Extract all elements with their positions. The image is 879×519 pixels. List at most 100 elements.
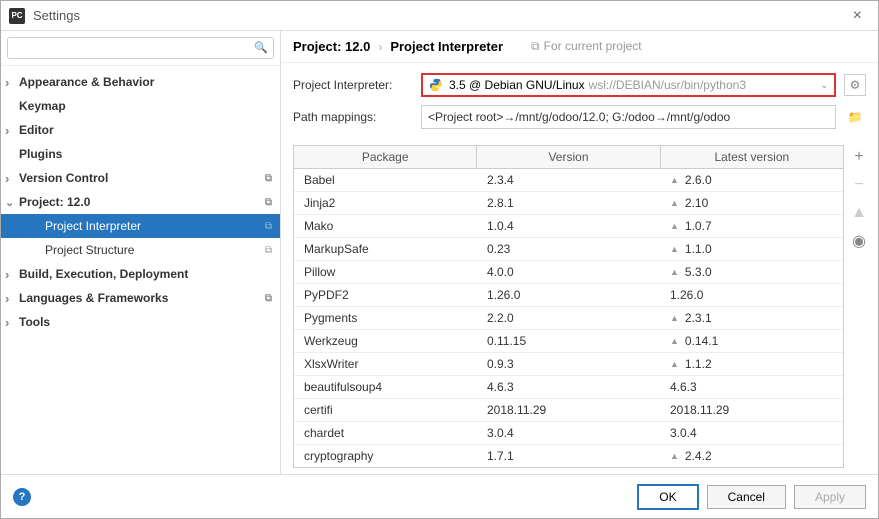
dialog-footer: ? OK Cancel Apply	[1, 474, 878, 518]
header-latest[interactable]: Latest version	[661, 146, 843, 168]
main-panel: Project: 12.0 › Project Interpreter ⧉For…	[281, 31, 878, 474]
sidebar-item-tools[interactable]: Tools	[1, 310, 280, 334]
sidebar-item-label: Plugins	[19, 147, 62, 161]
header-version[interactable]: Version	[477, 146, 660, 168]
sidebar-item-languages-frameworks[interactable]: Languages & Frameworks⧉	[1, 286, 280, 310]
sidebar-item-project-12-0[interactable]: Project: 12.0⧉	[1, 190, 280, 214]
package-version: 1.26.0	[477, 284, 660, 306]
table-row[interactable]: Mako1.0.4▲1.0.7	[294, 215, 843, 238]
gear-icon[interactable]: ⚙	[844, 74, 866, 96]
path-mappings-label: Path mappings:	[293, 110, 413, 124]
package-latest: ▲2.10	[660, 192, 843, 214]
package-version: 2.3.4	[477, 169, 660, 191]
sidebar-item-project-structure[interactable]: Project Structure⧉	[1, 238, 280, 262]
copy-icon: ⧉	[265, 221, 272, 232]
add-package-button[interactable]: +	[849, 147, 869, 167]
sidebar-item-label: Editor	[19, 123, 54, 137]
sidebar-item-build-execution-deployment[interactable]: Build, Execution, Deployment	[1, 262, 280, 286]
upgrade-arrow-icon: ▲	[670, 451, 679, 461]
package-name: beautifulsoup4	[294, 376, 477, 398]
packages-table: Package Version Latest version Babel2.3.…	[293, 145, 844, 468]
package-name: cryptography	[294, 445, 477, 467]
package-latest: ▲1.1.0	[660, 238, 843, 260]
upgrade-arrow-icon: ▲	[670, 267, 679, 277]
sidebar-item-label: Tools	[19, 315, 50, 329]
package-name: XlsxWriter	[294, 353, 477, 375]
table-row[interactable]: Pygments2.2.0▲2.3.1	[294, 307, 843, 330]
package-latest: ▲0.14.1	[660, 330, 843, 352]
breadcrumb-root[interactable]: Project: 12.0	[293, 39, 370, 54]
table-header: Package Version Latest version	[294, 146, 843, 169]
package-name: Werkzeug	[294, 330, 477, 352]
table-row[interactable]: chardet3.0.43.0.4	[294, 422, 843, 445]
package-name: MarkupSafe	[294, 238, 477, 260]
table-row[interactable]: Pillow4.0.0▲5.3.0	[294, 261, 843, 284]
python-icon	[429, 78, 443, 92]
sidebar-item-project-interpreter[interactable]: Project Interpreter ⧉	[1, 214, 280, 238]
package-name: Mako	[294, 215, 477, 237]
copy-icon: ⧉	[265, 173, 272, 184]
cancel-button[interactable]: Cancel	[707, 485, 786, 509]
breadcrumb-leaf: Project Interpreter	[390, 39, 503, 54]
upgrade-arrow-icon: ▲	[670, 175, 679, 185]
table-row[interactable]: Werkzeug0.11.15▲0.14.1	[294, 330, 843, 353]
sidebar-item-label: Appearance & Behavior	[19, 75, 154, 89]
package-name: chardet	[294, 422, 477, 444]
upgrade-arrow-icon: ▲	[670, 359, 679, 369]
sidebar-item-label: Project: 12.0	[19, 195, 90, 209]
table-row[interactable]: MarkupSafe0.23▲1.1.0	[294, 238, 843, 261]
package-latest: ▲2.3.1	[660, 307, 843, 329]
folder-icon[interactable]: 📁	[844, 106, 866, 128]
ok-button[interactable]: OK	[637, 484, 698, 510]
sidebar-item-plugins[interactable]: Plugins	[1, 142, 280, 166]
package-version: 2.8.1	[477, 192, 660, 214]
interpreter-value: 3.5 @ Debian GNU/Linux	[449, 78, 585, 92]
package-version: 3.0.4	[477, 422, 660, 444]
table-row[interactable]: XlsxWriter0.9.3▲1.1.2	[294, 353, 843, 376]
path-mappings-input[interactable]: <Project root>→/mnt/g/odoo/12.0; G:/odoo…	[421, 105, 836, 129]
package-name: certifi	[294, 399, 477, 421]
form-area: Project Interpreter: 3.5 @ Debian GNU/Li…	[281, 63, 878, 139]
table-row[interactable]: PyPDF21.26.01.26.0	[294, 284, 843, 307]
sidebar-item-editor[interactable]: Editor	[1, 118, 280, 142]
upgrade-arrow-icon: ▲	[670, 313, 679, 323]
help-icon[interactable]: ?	[13, 488, 31, 506]
titlebar: PC Settings ×	[1, 1, 878, 31]
table-row[interactable]: beautifulsoup44.6.34.6.3	[294, 376, 843, 399]
package-latest: ▲1.1.2	[660, 353, 843, 375]
interpreter-path: wsl://DEBIAN/usr/bin/python3	[589, 78, 746, 92]
sidebar-item-label: Project Structure	[45, 243, 134, 257]
search-icon: 🔍	[254, 41, 268, 54]
package-version: 4.0.0	[477, 261, 660, 283]
show-early-releases-button[interactable]: ◉	[849, 231, 869, 251]
package-version: 2018.11.29	[477, 399, 660, 421]
table-row[interactable]: certifi2018.11.292018.11.29	[294, 399, 843, 422]
table-row[interactable]: Babel2.3.4▲2.6.0	[294, 169, 843, 192]
upgrade-package-button[interactable]: ▲	[849, 203, 869, 223]
close-icon[interactable]: ×	[845, 7, 870, 25]
package-latest: ▲5.3.0	[660, 261, 843, 283]
package-version: 1.7.1	[477, 445, 660, 467]
remove-package-button[interactable]: −	[849, 175, 869, 195]
sidebar-item-label: Project Interpreter	[45, 219, 141, 233]
package-name: Jinja2	[294, 192, 477, 214]
breadcrumb: Project: 12.0 › Project Interpreter ⧉For…	[281, 31, 878, 63]
packages-area: Package Version Latest version Babel2.3.…	[281, 139, 878, 474]
package-name: Pillow	[294, 261, 477, 283]
package-latest: 4.6.3	[660, 376, 843, 398]
package-name: Pygments	[294, 307, 477, 329]
pycharm-icon: PC	[9, 8, 25, 24]
apply-button[interactable]: Apply	[794, 485, 866, 509]
chevron-down-icon: ⌄	[820, 80, 828, 91]
search-input[interactable]	[7, 37, 274, 59]
interpreter-dropdown[interactable]: 3.5 @ Debian GNU/Linux wsl://DEBIAN/usr/…	[421, 73, 836, 97]
sidebar-item-keymap[interactable]: Keymap	[1, 94, 280, 118]
chevron-right-icon: ›	[378, 40, 382, 54]
sidebar-item-appearance-behavior[interactable]: Appearance & Behavior	[1, 70, 280, 94]
table-row[interactable]: Jinja22.8.1▲2.10	[294, 192, 843, 215]
table-row[interactable]: cryptography1.7.1▲2.4.2	[294, 445, 843, 467]
search-row: 🔍	[1, 31, 280, 66]
sidebar-item-version-control[interactable]: Version Control⧉	[1, 166, 280, 190]
path-mappings-row: Path mappings: <Project root>→/mnt/g/odo…	[293, 101, 866, 133]
header-package[interactable]: Package	[294, 146, 477, 168]
